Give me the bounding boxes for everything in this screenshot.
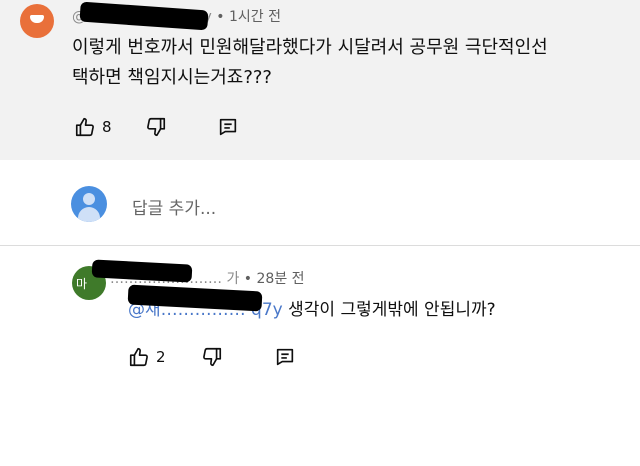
- thumbs-up-icon: [75, 117, 94, 137]
- thumbs-down-icon: [202, 347, 221, 367]
- comment-time[interactable]: 1시간 전: [229, 9, 281, 25]
- like-button[interactable]: 8: [74, 116, 112, 138]
- comment-line: 택하면 책임지시는거죠???: [72, 67, 272, 88]
- thumbs-down-icon: [146, 117, 165, 137]
- top-comment: @새…………간소-q7y • 1시간 전 이렇게 번호까서 민원해달라했다가 시…: [0, 0, 640, 160]
- my-avatar: [71, 186, 107, 222]
- meta-separator: •: [243, 271, 253, 287]
- add-reply-input[interactable]: 답글 추가...: [132, 194, 216, 219]
- dislike-button[interactable]: [145, 116, 167, 138]
- meta-separator: •: [216, 9, 225, 25]
- dislike-button[interactable]: [201, 346, 223, 368]
- divider: [0, 245, 640, 246]
- like-button[interactable]: 2: [128, 346, 166, 368]
- comment-line: 이렇게 번호까서 민원해달라했다가 시달려서 공무원 극단적인선: [72, 37, 548, 58]
- redaction-mark: [91, 259, 193, 283]
- reply-button[interactable]: [217, 116, 239, 138]
- comment-body: 이렇게 번호까서 민원해달라했다가 시달려서 공무원 극단적인선 택하면 책임지…: [72, 33, 548, 93]
- like-count: 2: [156, 348, 166, 366]
- reply-time[interactable]: 28분 전: [257, 271, 305, 287]
- reply-icon: [276, 348, 293, 366]
- reply-icon: [219, 118, 236, 136]
- reply-actions: 2: [128, 346, 296, 368]
- comment-actions: 8: [74, 116, 239, 138]
- thumbs-up-icon: [129, 347, 148, 367]
- user-avatar[interactable]: [20, 4, 54, 38]
- reply-button[interactable]: [274, 346, 296, 368]
- avatar-letter: 마: [76, 277, 88, 291]
- user-icon: [83, 193, 95, 205]
- like-count: 8: [102, 118, 112, 136]
- reply-text: 생각이 그렇게밖에 안됩니까?: [282, 300, 496, 320]
